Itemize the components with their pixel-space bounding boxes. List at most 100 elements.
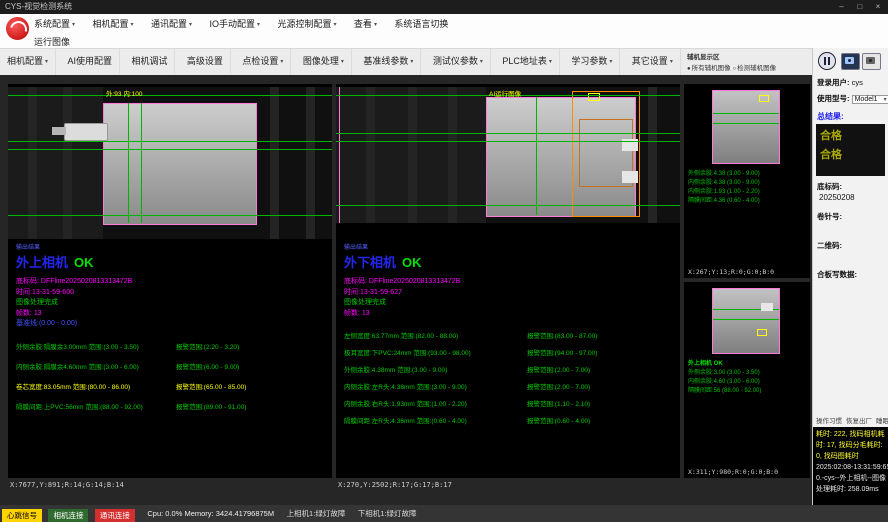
guide-line — [8, 95, 332, 96]
toolbar-baseline-params[interactable]: 基准线参数▾ — [356, 49, 421, 75]
toolbar-camera-config[interactable]: 相机配置▾ — [0, 49, 56, 75]
cpu-memory-status: Cpu: 0.0% Memory: 3424.41796875M — [147, 505, 274, 522]
total-result-label: 总结果: — [817, 111, 888, 122]
camera-result-title: 外下相机OK — [344, 252, 676, 271]
aux-result-lines: 外侧余胶:4.38 (3.00 - 9.00) 内侧余胶:4.38 (3.00 … — [688, 170, 760, 206]
aux-line: 外侧余胶:3.00 (3.00 - 3.50) — [688, 369, 761, 378]
measurement-row: 内侧余胶:隔膜余4.60mm 范围:(3.00 - 6.00) 报警范围:(6.0… — [16, 361, 328, 381]
run-image-row: 运行图像 — [0, 32, 888, 48]
aux-camera-image — [712, 90, 780, 164]
guide-line — [713, 319, 779, 320]
machine-structure — [366, 87, 375, 223]
main-camera-view-right[interactable]: AI运行图像 输出结果 外下相机OK 底标码: DFFline202502081… — [336, 84, 680, 478]
minimize-button[interactable]: – — [834, 0, 850, 14]
qrcode-label: 二维码: — [817, 241, 842, 250]
measure-value: 外侧余胶:4.38mm 范围:(3.00 - 9.00) — [344, 367, 447, 374]
log-tab-sleep[interactable]: 睡眠状态 — [876, 418, 888, 425]
result-text-block: 输出结果 外上相机 OK 底标码: DFFline2025020813313472… — [16, 242, 328, 421]
barcode-line: 底标码: DFFline2025020813313472B — [16, 277, 328, 288]
toolbar-plc-address-table[interactable]: PLC地址表▾ — [495, 49, 560, 75]
login-user-label: 登录用户: — [817, 78, 850, 87]
app-logo — [6, 17, 29, 40]
result-caption: 输出结果 — [344, 242, 676, 251]
toolbar-image-processing[interactable]: 图像处理▾ — [296, 49, 352, 75]
toolbar-label: 基准线参数 — [363, 56, 408, 66]
menu-language-switch[interactable]: 系统语言切换 — [394, 15, 448, 33]
chevron-down-icon: ▾ — [257, 22, 260, 28]
log-tab-habits[interactable]: 操作习惯 — [816, 418, 842, 425]
bright-feature — [761, 303, 773, 311]
measurement-row: 外侧余胶:4.38mm 范围:(3.00 - 9.00)报警范围:(2.00 -… — [344, 364, 676, 381]
menu-label: 系统配置 — [34, 19, 70, 29]
pause-button[interactable] — [818, 52, 836, 70]
toolbar-advanced-settings[interactable]: 高级设置 — [180, 49, 231, 74]
status-line: 图像处理完成 — [16, 298, 328, 309]
status-bar: 心跳信号 相机连接 通讯连接 Cpu: 0.0% Memory: 3424.41… — [0, 505, 888, 522]
measurement-row: 极耳宽度:下PVC:24mm 范围:(93.00 - 98.00)报警范围:(9… — [344, 347, 676, 364]
toolbar-ai-config[interactable]: AI使用配置 — [60, 49, 120, 74]
probe-connector — [64, 123, 108, 141]
chevron-down-icon: ▾ — [72, 22, 75, 28]
camera-icon — [845, 57, 854, 64]
machine-structure — [270, 87, 279, 239]
menu-label: 光源控制配置 — [277, 19, 331, 29]
barcode-line: 底标码: DFFline2025020813313472B — [344, 277, 676, 288]
toolbar-spot-check[interactable]: 点检设置▾ — [235, 49, 291, 75]
window-controls: – □ × — [834, 0, 886, 14]
guide-line — [336, 205, 680, 206]
aux-camera-view-1[interactable]: 外侧余胶:4.38 (3.00 - 9.00) 内侧余胶:4.38 (3.00 … — [684, 84, 810, 278]
guide-line — [336, 141, 680, 142]
toolbar-label: 测试仪参数 — [433, 56, 478, 66]
toolbar-label: 相机配置 — [7, 56, 43, 66]
pixel-coords-left: X:7677,Y:891;R:14;G:14;B:14 — [10, 481, 124, 489]
camera-icon — [866, 57, 875, 64]
toolbar-learning-params[interactable]: 学习参数▾ — [564, 49, 620, 75]
aux-option-all[interactable]: ●所有辅机图像 — [687, 65, 731, 72]
measure-value: 极耳宽度:下PVC:24mm 范围:(93.00 - 98.00) — [344, 350, 471, 357]
aux-line: 内侧余胶:1.93 (1.00 - 2.20) — [688, 188, 760, 197]
toolbar-test-params[interactable]: 测试仪参数▾ — [426, 49, 491, 75]
alarm-range: 报警范围:(2.20 - 3.20) — [176, 341, 239, 351]
toolbar-label: PLC地址表 — [502, 56, 547, 66]
main-camera-view-left[interactable]: 外:93 内:100 输出结果 外上相机OK 底标码: DFFline20250… — [8, 84, 332, 478]
total-result-line: 合格 — [820, 146, 881, 165]
alarm-range: 报警范围:(2.00 - 7.00) — [527, 381, 590, 391]
log-tab-factory-reset[interactable]: 恢复出厂 — [846, 418, 872, 425]
aux-camera-view-2[interactable]: 外上相机 OK 外侧余胶:3.00 (3.00 - 3.50) 内侧余胶:4.6… — [684, 282, 810, 478]
aux-line: 内侧余胶:4.60 (3.00 - 6.00) — [688, 378, 761, 387]
alarm-range: 报警范围:(6.00 - 9.00) — [176, 361, 239, 371]
camera-name: 外上相机 — [16, 255, 68, 270]
toolbar-other-settings[interactable]: 其它设置▾ — [625, 49, 681, 75]
toolbar-label: 高级设置 — [187, 56, 223, 66]
aux-option-label: 检测辅机图像 — [737, 65, 776, 72]
time-line: 时间:13-31-59-627 — [344, 288, 676, 299]
measure-value: 卷芯宽度:83.05mm 范围:(80.00 - 86.00) — [16, 384, 130, 391]
close-button[interactable]: × — [870, 0, 886, 14]
machine-structure — [408, 87, 417, 223]
window-title: CYS-视觉检测系统 — [5, 2, 72, 11]
model-select[interactable]: Model1▾ — [852, 95, 888, 104]
app-window: CYS-视觉检测系统 – □ × 系统配置▾ 相机配置▾ 通讯配置▾ IO手动配… — [0, 0, 888, 522]
toolbar-camera-debug[interactable]: 相机调试 — [124, 49, 175, 74]
result-caption: 输出结果 — [16, 242, 328, 251]
aux-camera-image — [712, 288, 780, 354]
measure-value: 内侧余胶:隔膜余4.60mm 范围:(3.00 - 6.00) — [16, 364, 139, 371]
machine-structure — [63, 87, 72, 239]
maximize-button[interactable]: □ — [852, 0, 868, 14]
alarm-range: 报警范围:(0.60 - 4.00) — [527, 415, 590, 425]
chevron-down-icon: ▾ — [280, 59, 283, 65]
winder-label: 卷针号: — [817, 212, 842, 221]
pause-icon — [824, 57, 826, 65]
result-status: OK — [74, 255, 94, 270]
alarm-range: 报警范围:(65.00 - 85.00) — [176, 381, 246, 391]
toolbar-label: 相机调试 — [131, 56, 167, 66]
aux-option-detect[interactable]: ○检测辅机图像 — [732, 65, 776, 72]
board-write-label: 合板写数据: — [817, 270, 857, 279]
camera-view-button-2[interactable] — [862, 53, 881, 70]
log-tabs: 操作习惯恢复出厂睡眠状态 — [813, 415, 888, 425]
camera-view-button-1[interactable] — [841, 53, 860, 70]
aux-line: 隔膜间距:56 (88.00 - 92.00) — [688, 387, 761, 396]
alarm-range: 报警范围:(1.10 - 2.10) — [527, 398, 590, 408]
measure-value: 隔膜间距:左R头:4.36mm 范围:(0.60 - 4.00) — [344, 418, 467, 425]
model-value: Model1 — [855, 96, 878, 103]
